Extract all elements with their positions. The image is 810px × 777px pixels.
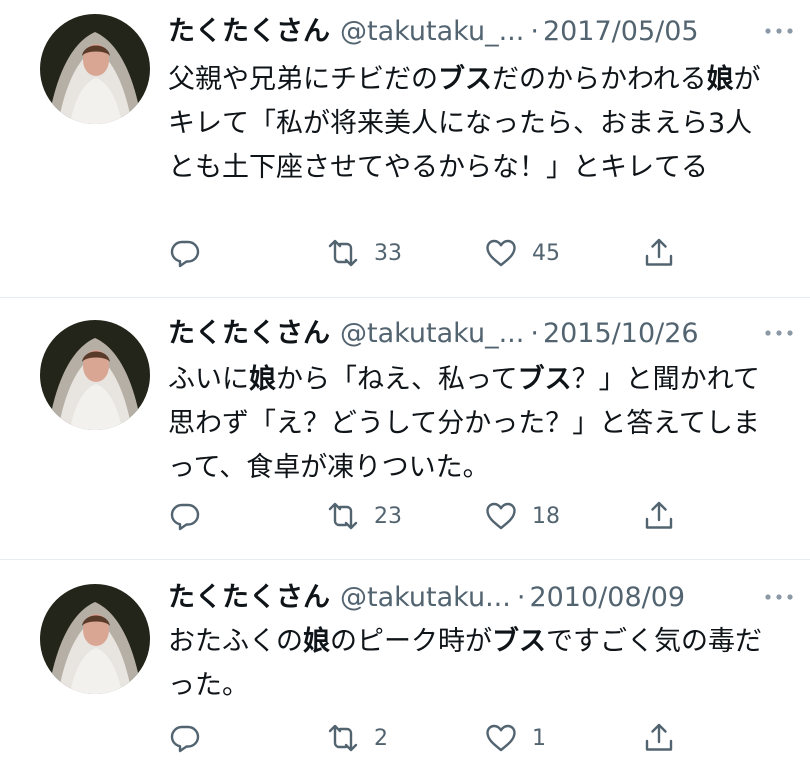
- share-button[interactable]: [642, 498, 676, 534]
- user-handle[interactable]: @takutaku_...: [340, 12, 524, 52]
- display-name[interactable]: たくたくさん: [168, 314, 330, 354]
- reply-icon: [168, 721, 202, 755]
- text-segment: 父親や兄弟にチビだの: [168, 64, 438, 95]
- text-segment: だのからかわれる: [492, 64, 707, 95]
- tweet[interactable]: たくたくさん @takutaku_... · 2015/10/26 ふいに娘から…: [0, 298, 810, 560]
- heart-icon: [484, 721, 518, 755]
- display-name[interactable]: たくたくさん: [168, 578, 330, 618]
- highlight-keyword: 娘: [706, 64, 734, 95]
- tweet-date[interactable]: 2017/05/05: [543, 12, 699, 52]
- like-count: 1: [532, 725, 546, 751]
- text-segment: から「ねえ、私って: [276, 364, 518, 395]
- like-count: 45: [532, 240, 560, 266]
- avatar[interactable]: [40, 584, 150, 694]
- tweet-date[interactable]: 2015/10/26: [543, 314, 699, 354]
- reply-icon: [168, 236, 202, 270]
- reply-button[interactable]: [168, 235, 202, 271]
- share-button[interactable]: [642, 235, 676, 271]
- retweet-button[interactable]: 33: [326, 235, 402, 271]
- text-segment: のピーク時が: [330, 626, 492, 657]
- tweet-header: たくたくさん @takutaku_... · 2015/10/26: [168, 314, 790, 354]
- retweet-icon: [326, 721, 360, 755]
- like-button[interactable]: 45: [484, 235, 560, 271]
- like-button[interactable]: 1: [484, 720, 546, 756]
- highlight-keyword: ブス: [438, 64, 492, 95]
- retweet-button[interactable]: 23: [326, 498, 402, 534]
- retweet-icon: [326, 499, 360, 533]
- highlight-keyword: 娘: [303, 626, 330, 657]
- more-icon[interactable]: [762, 316, 796, 350]
- reply-button[interactable]: [168, 720, 202, 756]
- display-name[interactable]: たくたくさん: [168, 12, 330, 52]
- retweet-count: 2: [374, 725, 388, 751]
- retweet-button[interactable]: 2: [326, 720, 388, 756]
- user-handle[interactable]: @takutaku_...: [340, 314, 524, 354]
- reply-button[interactable]: [168, 498, 202, 534]
- more-icon[interactable]: [762, 14, 796, 48]
- retweet-icon: [326, 236, 360, 270]
- like-count: 18: [532, 503, 560, 529]
- tweet-header: たくたくさん @takutaku... · 2010/08/09: [168, 578, 790, 618]
- share-icon: [642, 236, 676, 270]
- heart-icon: [484, 236, 518, 270]
- tweet-text: ふいに娘から「ねえ、私ってブス？」と聞かれて思わず「え？どうして分かった？」と答…: [168, 358, 768, 490]
- tweet[interactable]: たくたくさん @takutaku_... · 2017/05/05 父親や兄弟に…: [0, 0, 810, 298]
- highlight-keyword: ブス: [492, 626, 546, 657]
- tweet-text: 父親や兄弟にチビだのブスだのからかわれる娘がキレて「私が将来美人になったら、おま…: [168, 58, 768, 190]
- heart-icon: [484, 499, 518, 533]
- share-icon: [642, 499, 676, 533]
- share-button[interactable]: [642, 720, 676, 756]
- avatar[interactable]: [40, 14, 150, 124]
- retweet-count: 23: [374, 503, 402, 529]
- separator-dot: ·: [530, 318, 539, 349]
- tweet-text: おたふくの娘のピーク時がブスですごく気の毒だった。: [168, 620, 768, 708]
- user-handle[interactable]: @takutaku...: [340, 578, 511, 618]
- text-segment: おたふくの: [168, 626, 303, 657]
- like-button[interactable]: 18: [484, 498, 560, 534]
- text-segment: ふいに: [168, 364, 249, 395]
- separator-dot: ·: [530, 16, 539, 47]
- tweet[interactable]: たくたくさん @takutaku... · 2010/08/09 おたふくの娘の…: [0, 560, 810, 777]
- reply-icon: [168, 499, 202, 533]
- highlight-keyword: ブス: [517, 364, 572, 395]
- tweet-header: たくたくさん @takutaku_... · 2017/05/05: [168, 12, 790, 52]
- more-icon[interactable]: [762, 580, 796, 614]
- separator-dot: ·: [516, 582, 526, 613]
- highlight-keyword: 娘: [249, 364, 276, 395]
- avatar[interactable]: [40, 320, 150, 430]
- tweet-date[interactable]: 2010/08/09: [529, 578, 685, 618]
- share-icon: [642, 721, 676, 755]
- retweet-count: 33: [374, 240, 402, 266]
